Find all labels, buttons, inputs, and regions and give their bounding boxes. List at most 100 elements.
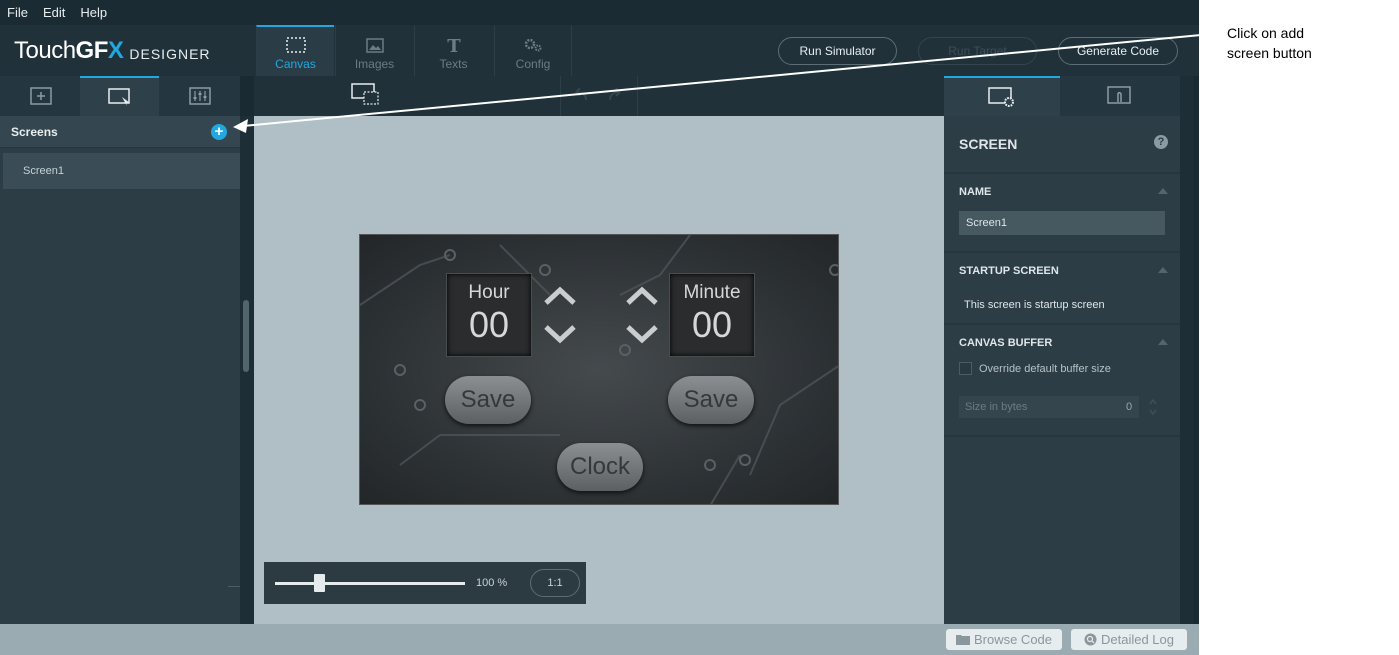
- tab-canvas[interactable]: Canvas: [256, 25, 334, 76]
- tab-images[interactable]: Images: [335, 25, 413, 76]
- run-target-button[interactable]: Run Target: [918, 37, 1037, 65]
- browse-code-button[interactable]: Browse Code: [946, 629, 1062, 650]
- stepper-icon[interactable]: [1148, 396, 1158, 418]
- menu-bar: File Edit Help: [0, 0, 1199, 25]
- toolbar-divider-2: [637, 76, 638, 116]
- help-icon[interactable]: ?: [1154, 135, 1168, 149]
- redo-icon: [609, 87, 621, 101]
- screen-item-label: Screen1: [23, 165, 64, 177]
- left-scrollbar-thumb[interactable]: [243, 300, 249, 372]
- logo-touch: Touch: [14, 37, 76, 64]
- add-widget-icon: [29, 87, 52, 105]
- zoom-slider-handle[interactable]: [314, 574, 325, 592]
- logo-designer: DESIGNER: [129, 46, 211, 62]
- menu-file[interactable]: File: [7, 5, 28, 20]
- hour-label: Hour: [468, 282, 510, 303]
- right-scrollbar[interactable]: [1180, 76, 1194, 624]
- screen-list-item[interactable]: Screen1: [3, 153, 240, 189]
- detailed-log-button[interactable]: Detailed Log: [1071, 629, 1187, 650]
- startup-section-title: STARTUP SCREEN: [959, 265, 1059, 277]
- toolbar-divider: [560, 76, 561, 116]
- collapse-icon[interactable]: [1158, 339, 1168, 345]
- status-bar: Browse Code Detailed Log: [0, 624, 1199, 655]
- menu-help[interactable]: Help: [80, 5, 107, 20]
- add-screen-button[interactable]: +: [211, 124, 227, 140]
- tab-texts[interactable]: T Texts: [414, 25, 492, 76]
- screens-header: Screens +: [0, 116, 240, 148]
- hour-value: 00: [468, 304, 510, 345]
- run-simulator-button[interactable]: Run Simulator: [778, 37, 897, 65]
- save-minute-button[interactable]: Save: [668, 376, 754, 424]
- hour-up-chevron-icon[interactable]: [543, 285, 577, 307]
- collapse-icon[interactable]: [1158, 267, 1168, 273]
- screen-select-icon: [107, 88, 130, 106]
- touchgfx-designer-window: File Edit Help Touch GF X DESIGNER Canvas …: [0, 0, 1199, 655]
- tab-properties[interactable]: [160, 76, 239, 116]
- minute-down-chevron-icon[interactable]: [625, 323, 659, 345]
- collapse-icon[interactable]: [1158, 188, 1168, 194]
- gear-icon: [524, 38, 542, 52]
- zoom-percent: 100 %: [476, 577, 508, 589]
- undo-button[interactable]: [568, 87, 590, 107]
- folder-icon: [955, 635, 970, 645]
- canvas-toolbar: [254, 76, 944, 116]
- buffer-size-placeholder: Size in bytes: [965, 401, 1028, 413]
- tab-add-widget[interactable]: [1, 76, 80, 116]
- touchgfx-logo: Touch GF X DESIGNER: [14, 37, 211, 65]
- screen-settings-icon: [988, 87, 1014, 107]
- zoom-slider-track[interactable]: [275, 582, 465, 585]
- canvas-buffer-section: CANVAS BUFFER Override default buffer si…: [944, 325, 1180, 437]
- annotation-line-1: Click on add: [1227, 25, 1305, 41]
- minute-display: Minute 00: [669, 273, 755, 357]
- tab-images-label: Images: [354, 57, 395, 71]
- log-search-icon: [1084, 633, 1097, 646]
- screens-panel: Screens + Screen1: [0, 116, 240, 624]
- generate-code-button[interactable]: Generate Code: [1058, 37, 1178, 65]
- left-panel-tabs: [0, 76, 240, 116]
- minute-up-chevron-icon[interactable]: [625, 285, 659, 307]
- app-header: Touch GF X DESIGNER Canvas Images T Texts …: [0, 25, 1199, 76]
- screen-name-input[interactable]: [959, 211, 1165, 235]
- save-hour-button[interactable]: Save: [445, 376, 531, 424]
- canvas-area[interactable]: Hour 00 Minute 00 Save Save Clock 100 % …: [254, 116, 944, 624]
- menu-edit[interactable]: Edit: [43, 5, 65, 20]
- sliders-icon: [188, 87, 211, 105]
- left-scrollbar[interactable]: [240, 116, 254, 624]
- hour-display: Hour 00: [446, 273, 532, 357]
- hour-down-chevron-icon[interactable]: [543, 323, 577, 345]
- browse-code-label: Browse Code: [973, 632, 1053, 647]
- detailed-log-label: Detailed Log: [1101, 632, 1174, 647]
- tab-screens[interactable]: [80, 76, 159, 116]
- screen-preview[interactable]: Hour 00 Minute 00 Save Save Clock: [359, 234, 839, 505]
- tab-config[interactable]: Config: [494, 25, 572, 76]
- tab-texts-label: Texts: [439, 57, 468, 71]
- interaction-icon: [1107, 86, 1131, 104]
- buffer-size-input[interactable]: Size in bytes: [959, 396, 1139, 418]
- override-buffer-checkbox[interactable]: [959, 362, 972, 375]
- override-label: Override default buffer size: [979, 363, 1111, 375]
- properties-panel: SCREEN ? NAME STARTUP SCREEN This screen…: [944, 116, 1180, 624]
- resize-screen-icon: [351, 83, 379, 105]
- name-section-title: NAME: [959, 186, 992, 198]
- buffer-size-value: 0: [1126, 401, 1133, 413]
- minute-label: Minute: [683, 282, 741, 303]
- zoom-bar: 100 % 1:1: [264, 562, 586, 604]
- tab-screen-properties[interactable]: [944, 76, 1060, 116]
- tab-config-label: Config: [515, 57, 551, 71]
- right-panel-tabs: [944, 76, 1180, 116]
- tab-interactions[interactable]: [1062, 76, 1178, 116]
- minute-value: 00: [691, 304, 733, 345]
- buffer-section-title: CANVAS BUFFER: [959, 337, 1053, 349]
- annotation-text: Click on add screen button: [1227, 23, 1387, 63]
- canvas-icon: [285, 37, 306, 53]
- screens-title: Screens: [11, 125, 58, 139]
- screen-size-toggle[interactable]: [350, 82, 384, 113]
- startup-text: This screen is startup screen: [964, 299, 1105, 311]
- text-icon: T: [447, 37, 461, 53]
- logo-gfx: GF: [75, 37, 109, 64]
- properties-title: SCREEN: [959, 136, 1018, 152]
- redo-button[interactable]: [606, 87, 628, 107]
- clock-button[interactable]: Clock: [557, 443, 643, 491]
- zoom-reset-button[interactable]: 1:1: [530, 569, 580, 597]
- annotation-line-2: screen button: [1227, 45, 1312, 61]
